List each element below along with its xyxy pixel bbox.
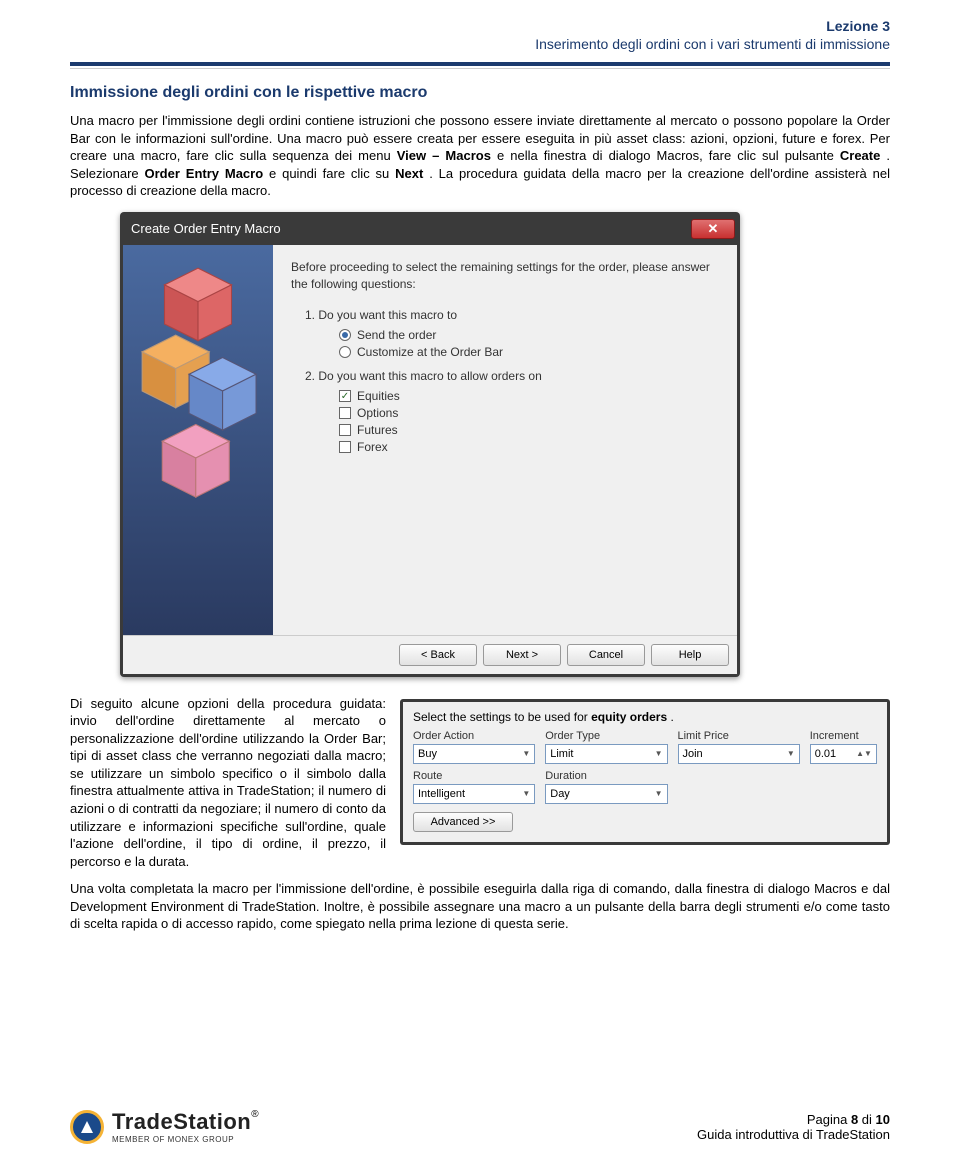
chevron-down-icon: ▼	[522, 789, 530, 798]
dropdown-route[interactable]: Intelligent ▼	[413, 784, 535, 804]
label-order-type: Order Type	[545, 730, 667, 742]
cancel-button[interactable]: Cancel	[567, 644, 645, 666]
question-2: 2. Do you want this macro to allow order…	[305, 369, 719, 383]
dialog-button-row: < Back Next > Cancel Help	[123, 635, 737, 674]
close-button[interactable]: ✕	[691, 219, 735, 239]
dialog-titlebar: Create Order Entry Macro ✕	[123, 215, 737, 245]
dropdown-value: Intelligent	[418, 788, 465, 800]
dropdown-order-type[interactable]: Limit ▼	[545, 744, 667, 764]
dropdown-value: Join	[683, 748, 703, 760]
button-label: Next >	[506, 649, 538, 661]
label-duration: Duration	[545, 770, 667, 782]
dropdown-order-action[interactable]: Buy ▼	[413, 744, 535, 764]
radio-customize-order-bar[interactable]: Customize at the Order Bar	[339, 345, 719, 359]
logo-badge-icon	[70, 1110, 104, 1144]
checkbox-icon: ✓	[339, 390, 351, 402]
checkbox-forex[interactable]: Forex	[339, 440, 719, 454]
text: di	[858, 1112, 875, 1127]
header-rule	[70, 62, 890, 66]
section-title: Immissione degli ordini con le rispettiv…	[70, 84, 890, 102]
doc-header: Lezione 3 Inserimento degli ordini con i…	[70, 18, 890, 52]
bold-order-entry-macro: Order Entry Macro	[145, 166, 264, 181]
advanced-button[interactable]: Advanced >>	[413, 812, 513, 832]
page-footer: TradeStation® MEMBER OF MONEX GROUP Pagi…	[70, 1109, 890, 1144]
bold-next: Next	[395, 166, 423, 181]
radio-label: Customize at the Order Bar	[357, 345, 503, 359]
checkbox-label: Equities	[357, 389, 400, 403]
bold-equity-orders: equity orders	[591, 710, 667, 724]
radio-send-order[interactable]: Send the order	[339, 328, 719, 342]
panel-title: Select the settings to be used for equit…	[413, 710, 877, 724]
page-number: Pagina 8 di 10	[697, 1112, 890, 1127]
button-label: Advanced >>	[431, 816, 496, 828]
checkbox-options[interactable]: Options	[339, 406, 719, 420]
dropdown-value: Limit	[550, 748, 573, 760]
brand-tagline: MEMBER OF MONEX GROUP	[112, 1135, 259, 1144]
radio-label: Send the order	[357, 328, 436, 342]
radio-icon	[339, 329, 351, 341]
dropdown-value: Buy	[418, 748, 437, 760]
wizard-content: Before proceeding to select the remainin…	[273, 245, 737, 635]
label-route: Route	[413, 770, 535, 782]
chevron-down-icon: ▼	[655, 749, 663, 758]
create-macro-dialog: Create Order Entry Macro ✕	[120, 212, 740, 677]
label-increment: Increment	[810, 730, 877, 742]
text: .	[670, 710, 673, 724]
lesson-number: Lezione 3	[70, 18, 890, 34]
checkbox-equities[interactable]: ✓ Equities	[339, 389, 719, 403]
guide-title: Guida introduttiva di TradeStation	[697, 1127, 890, 1142]
spinner-value: 0.01	[815, 748, 836, 760]
dropdown-duration[interactable]: Day ▼	[545, 784, 667, 804]
dropdown-limit-price[interactable]: Join ▼	[678, 744, 800, 764]
spinner-arrows-icon: ▲▼	[856, 749, 872, 758]
wizard-intro: Before proceeding to select the remainin…	[291, 259, 719, 293]
chevron-down-icon: ▼	[655, 789, 663, 798]
text: Select the settings to be used for	[413, 710, 591, 724]
checkbox-icon	[339, 441, 351, 453]
bold-menu-path: View – Macros	[397, 148, 491, 163]
equity-settings-panel: Select the settings to be used for equit…	[400, 699, 890, 845]
button-label: < Back	[421, 649, 455, 661]
close-icon: ✕	[708, 221, 719, 237]
checkbox-futures[interactable]: Futures	[339, 423, 719, 437]
button-label: Cancel	[589, 649, 623, 661]
page-total: 10	[876, 1112, 890, 1127]
intro-paragraph: Una macro per l'immissione degli ordini …	[70, 112, 890, 200]
dialog-title: Create Order Entry Macro	[131, 221, 281, 236]
chevron-down-icon: ▼	[787, 749, 795, 758]
checkbox-label: Options	[357, 406, 398, 420]
wizard-side-graphic	[123, 245, 273, 635]
checkbox-icon	[339, 424, 351, 436]
next-button[interactable]: Next >	[483, 644, 561, 666]
lesson-subtitle: Inserimento degli ordini con i vari stru…	[70, 36, 890, 52]
registered-mark: ®	[251, 1109, 258, 1120]
completion-paragraph: Una volta completata la macro per l'immi…	[70, 880, 890, 933]
brand-name: TradeStation	[112, 1109, 251, 1134]
text: e nella finestra di dialogo Macros, fare…	[497, 148, 840, 163]
checkbox-icon	[339, 407, 351, 419]
radio-icon	[339, 346, 351, 358]
spinner-increment[interactable]: 0.01 ▲▼	[810, 744, 877, 764]
question-1: 1. Do you want this macro to	[305, 308, 719, 322]
text: e quindi fare clic su	[269, 166, 395, 181]
bold-create: Create	[840, 148, 880, 163]
checkbox-label: Forex	[357, 440, 388, 454]
dropdown-value: Day	[550, 788, 570, 800]
button-label: Help	[679, 649, 702, 661]
help-button[interactable]: Help	[651, 644, 729, 666]
back-button[interactable]: < Back	[399, 644, 477, 666]
chevron-down-icon: ▼	[522, 749, 530, 758]
cubes-icon	[131, 257, 265, 592]
label-limit-price: Limit Price	[678, 730, 800, 742]
text: Pagina	[807, 1112, 851, 1127]
label-order-action: Order Action	[413, 730, 535, 742]
brand-logo: TradeStation® MEMBER OF MONEX GROUP	[70, 1109, 259, 1144]
checkbox-label: Futures	[357, 423, 398, 437]
